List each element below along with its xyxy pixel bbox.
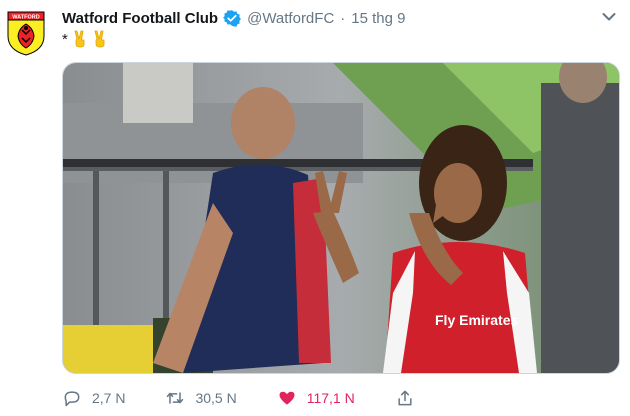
heart-icon: [279, 391, 295, 405]
share-button[interactable]: [395, 388, 425, 408]
reply-count: 2,7 N: [92, 390, 126, 406]
tweet-header: Watford Football Club @WatfordFC · 15 th…: [62, 9, 406, 27]
retweet-count: 30,5 N: [195, 390, 237, 406]
victory-hand-emoji-icon: [74, 30, 85, 48]
timestamp[interactable]: 15 thg 9: [351, 10, 405, 27]
media-image: Fly Emirates: [63, 63, 619, 373]
tweet-media[interactable]: Fly Emirates: [62, 62, 620, 374]
tweet-text: *: [62, 30, 108, 48]
user-handle[interactable]: @WatfordFC: [247, 10, 334, 27]
separator-dot: ·: [340, 9, 346, 27]
verified-badge-icon: [223, 10, 242, 27]
tweet-actions: 2,7 N 30,5 N 117,1 N: [62, 388, 482, 408]
retweet-icon: [167, 392, 184, 404]
avatar[interactable]: WATFORD: [6, 10, 46, 56]
share-icon: [398, 390, 412, 406]
like-count: 117,1 N: [306, 390, 355, 406]
like-button[interactable]: 117,1 N: [277, 388, 355, 408]
display-name[interactable]: Watford Football Club: [62, 10, 218, 27]
kit-sponsor-text: Fly Emirates: [435, 312, 518, 328]
victory-hand-emoji-icon: [94, 30, 105, 48]
reply-icon: [64, 391, 80, 407]
reply-button[interactable]: 2,7 N: [62, 388, 125, 408]
tweet-card: WATFORD Watford Football Club @WatfordFC…: [0, 0, 630, 416]
chevron-down-icon[interactable]: [602, 12, 616, 22]
tweet-text-prefix: *: [62, 30, 68, 48]
retweet-button[interactable]: 30,5 N: [165, 388, 237, 408]
watford-crest-icon: WATFORD: [7, 11, 45, 56]
svg-text:WATFORD: WATFORD: [12, 15, 39, 21]
